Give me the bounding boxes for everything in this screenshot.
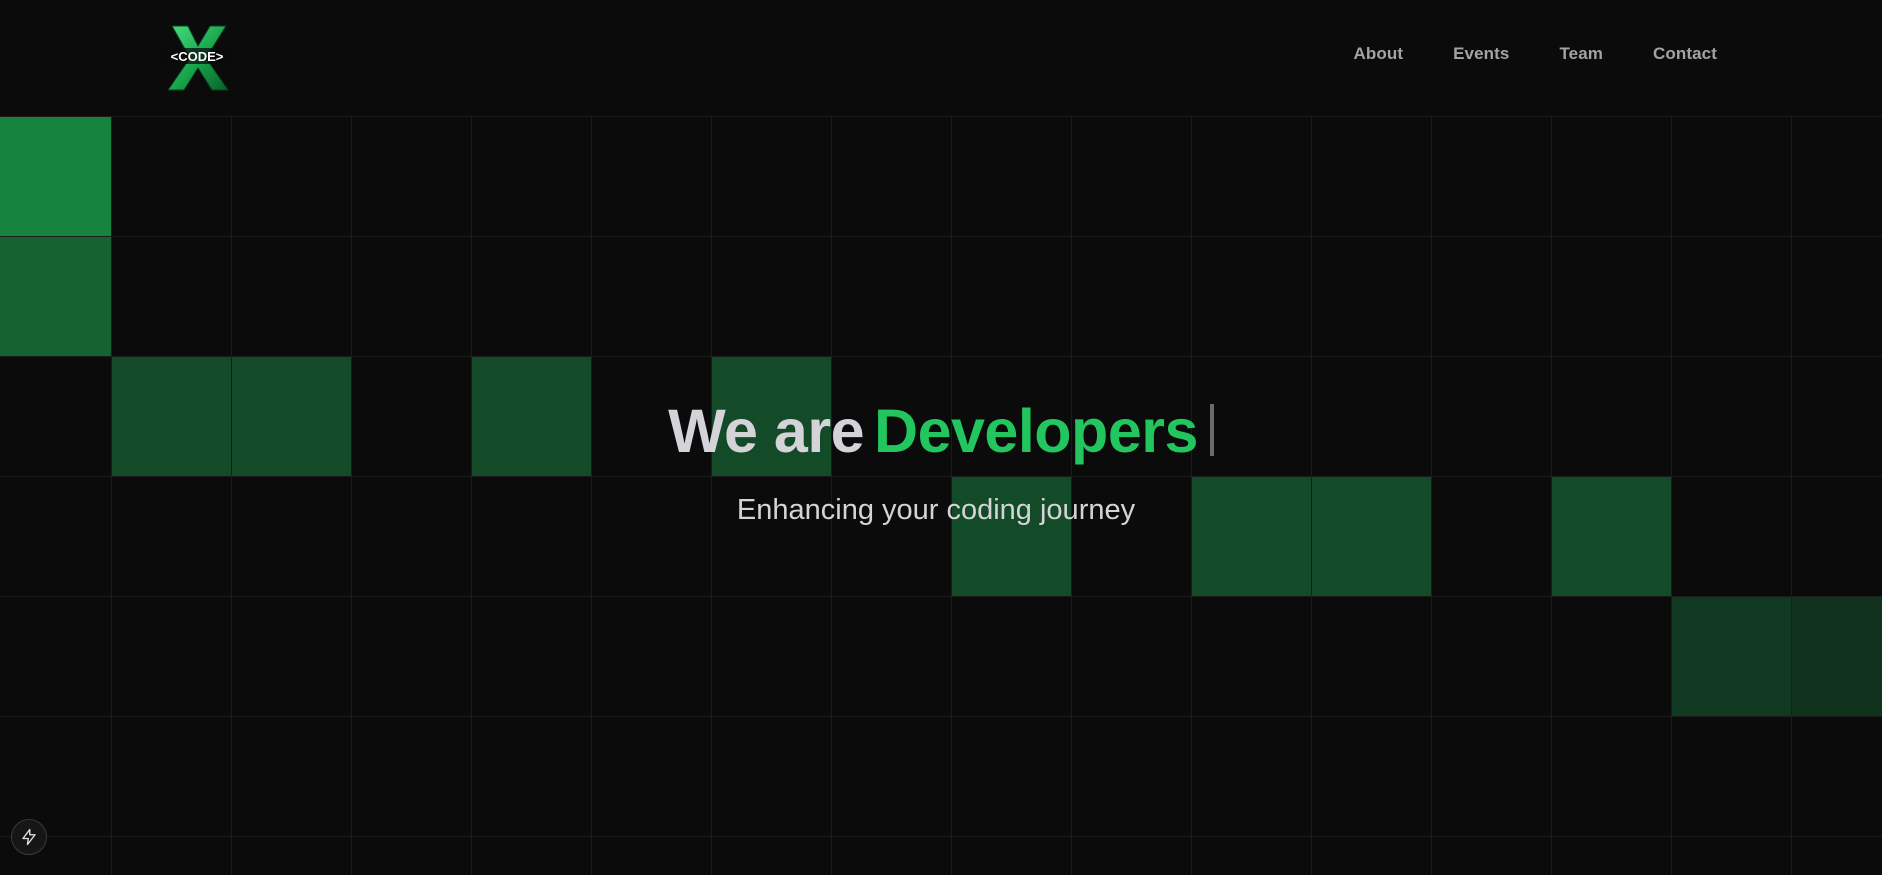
logo[interactable]: <CODE> xyxy=(154,24,240,92)
grid-cell-highlight xyxy=(1191,476,1311,596)
site-header: <CODE> About Events Team Contact xyxy=(0,0,1882,116)
lightning-button[interactable] xyxy=(11,819,47,855)
grid-cell-highlight xyxy=(711,356,831,476)
grid-cell-highlight xyxy=(1551,476,1671,596)
x-logo-icon: <CODE> xyxy=(156,25,238,91)
grid-cell-highlight xyxy=(231,356,351,476)
main-nav: About Events Team Contact xyxy=(1354,44,1718,64)
logo-text: <CODE> xyxy=(171,49,224,64)
grid-cell-highlight xyxy=(1671,596,1791,716)
nav-link-team[interactable]: Team xyxy=(1559,44,1603,64)
background-grid xyxy=(0,116,1882,875)
grid-cell-highlight xyxy=(1311,476,1431,596)
nav-link-events[interactable]: Events xyxy=(1453,44,1509,64)
grid-cell-highlight xyxy=(1791,596,1882,716)
grid-cell-highlight xyxy=(471,356,591,476)
grid-cell-highlight xyxy=(951,476,1071,596)
grid-cell-highlight xyxy=(0,116,111,236)
lightning-icon xyxy=(22,828,36,846)
nav-link-contact[interactable]: Contact xyxy=(1653,44,1717,64)
nav-link-about[interactable]: About xyxy=(1354,44,1404,64)
grid-cell-highlight xyxy=(111,356,231,476)
page: <CODE> About Events Team Contact We are D… xyxy=(0,0,1882,875)
grid-cell-highlight xyxy=(0,236,111,356)
